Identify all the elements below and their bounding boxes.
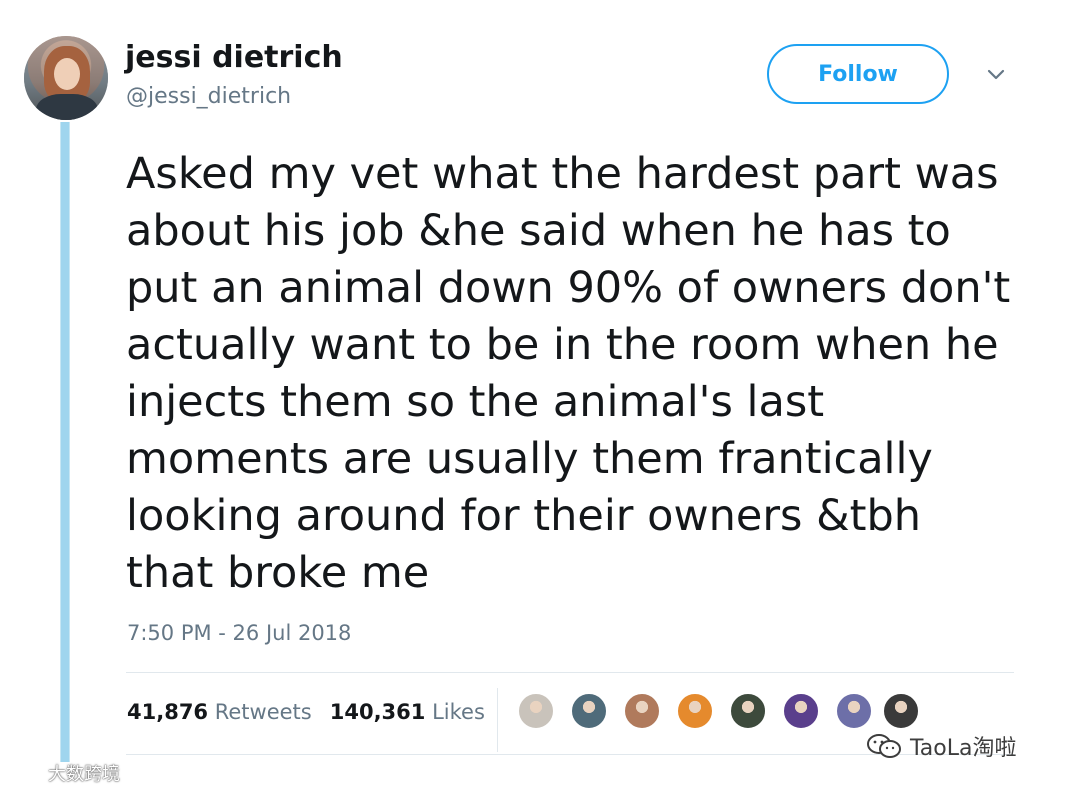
liker-avatar[interactable] (517, 692, 555, 730)
tweet-stats: 41,876 Retweets 140,361 Likes (127, 700, 485, 724)
tweet-line: moments are usually them frantically (126, 434, 933, 484)
divider (126, 672, 1014, 673)
tweet-text: Asked my vet what the hardest part was a… (126, 146, 1046, 602)
avatar[interactable] (24, 36, 108, 120)
wechat-icon (867, 734, 901, 758)
liker-avatar[interactable] (882, 692, 920, 730)
likes-count: 140,361 (329, 700, 426, 724)
watermark-logo-icon (9, 765, 41, 780)
watermark-right: TaoLa淘啦 (866, 730, 1016, 762)
tweet-line: about his job &he said when he has to (126, 206, 951, 256)
watermark-right-text: TaoLa淘啦 (910, 736, 1017, 761)
thread-connector-line (60, 122, 70, 762)
tweet-timestamp[interactable]: 7:50 PM - 26 Jul 2018 (127, 621, 351, 645)
liker-avatar[interactable] (676, 692, 714, 730)
tweet-line: that broke me (126, 548, 430, 598)
tweet-line: injects them so the animal's last (126, 377, 825, 427)
liker-avatar[interactable] (623, 692, 661, 730)
chevron-down-icon[interactable] (985, 64, 1007, 86)
tweet-line: put an animal down 90% of owners don't (126, 263, 1011, 313)
tweet-line: actually want to be in the room when he (126, 320, 999, 370)
retweets-label: Retweets (214, 700, 312, 724)
liker-avatar[interactable] (570, 692, 608, 730)
tweet-line: looking around for their owners &tbh (126, 491, 922, 541)
likes-stat[interactable]: 140,361 Likes (330, 700, 485, 724)
watermark-left-text: 大数跨境 (48, 764, 120, 785)
likes-label: Likes (432, 700, 485, 724)
liker-avatar[interactable] (729, 692, 767, 730)
liker-avatar[interactable] (782, 692, 820, 730)
retweets-count: 41,876 (127, 700, 209, 724)
retweets-stat[interactable]: 41,876 Retweets (127, 700, 312, 724)
author-handle[interactable]: @jessi_dietrich (126, 84, 291, 109)
follow-button[interactable]: Follow (767, 44, 949, 104)
tweet-line: Asked my vet what the hardest part was (126, 149, 999, 199)
stats-separator (497, 688, 498, 752)
liker-avatar[interactable] (835, 692, 873, 730)
watermark-left: 大数跨境 (8, 760, 120, 786)
author-name[interactable]: jessi dietrich (125, 40, 343, 75)
